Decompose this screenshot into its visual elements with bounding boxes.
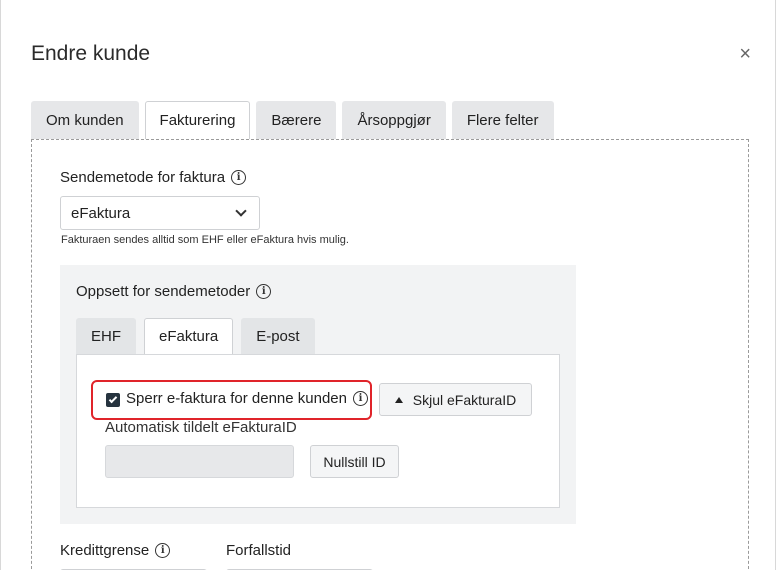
credit-limit-label: Kredittgrense i [60,542,171,559]
info-icon[interactable]: i [155,543,171,558]
send-method-label-text: Sendemetode for faktura [60,169,226,186]
block-efaktura-label: Sperr e-faktura for denne kunden i [126,390,368,407]
hide-efakturaid-label: Skjul eFakturaID [412,391,517,408]
auto-id-field [105,445,294,478]
info-icon[interactable]: i [256,284,272,299]
hide-efakturaid-button[interactable]: Skjul eFakturaID [379,383,532,416]
setup-title-text: Oppsett for sendemetoder [76,283,251,300]
tab-flere-felter[interactable]: Flere felter [451,101,554,139]
credit-limit-label-text: Kredittgrense [60,542,150,559]
info-icon[interactable]: i [352,391,368,406]
tab-fakturering[interactable]: Fakturering [144,101,251,139]
send-method-select[interactable]: eFaktura [60,196,260,230]
edit-customer-dialog: Endre kunde × Om kunden Fakturering Bære… [0,0,776,570]
subtab-epost[interactable]: E-post [241,318,315,354]
tab-baerere[interactable]: Bærere [256,101,337,139]
info-icon[interactable]: i [231,170,247,185]
subtab-efaktura[interactable]: eFaktura [144,318,234,354]
triangle-up-icon [394,396,403,403]
block-efaktura-label-text: Sperr e-faktura for denne kunden [126,390,347,407]
chevron-down-icon [235,205,247,217]
block-efaktura-checkbox[interactable] [106,393,120,407]
due-label: Forfallstid [226,542,292,559]
setup-title: Oppsett for sendemetoder i [76,283,272,300]
auto-id-label: Automatisk tildelt eFakturaID [105,419,297,436]
reset-id-button[interactable]: Nullstill ID [310,445,399,478]
customer-tabs: Om kunden Fakturering Bærere Årsoppgjør … [31,101,554,139]
tab-om-kunden[interactable]: Om kunden [31,101,139,139]
tab-arsoppgjor[interactable]: Årsoppgjør [342,101,446,139]
send-method-value: eFaktura [71,204,131,222]
send-method-subtabs: EHF eFaktura E-post [76,318,315,354]
dialog-title: Endre kunde [31,42,151,65]
check-icon [108,394,118,404]
close-icon[interactable]: × [739,44,751,64]
subtab-ehf[interactable]: EHF [76,318,136,354]
send-method-helper: Fakturaen sendes alltid som EHF eller eF… [61,234,349,246]
send-method-label: Sendemetode for faktura i [60,169,247,186]
